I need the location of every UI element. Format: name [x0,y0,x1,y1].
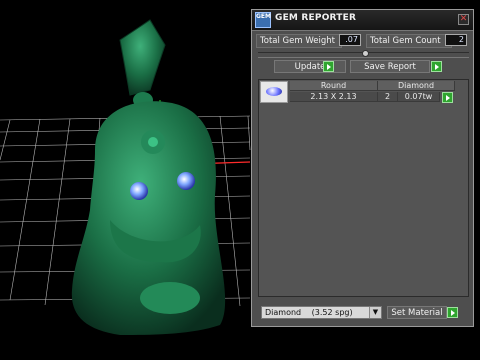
set-material-button-label: Set Material [391,308,443,318]
close-icon[interactable]: ✕ [458,14,469,25]
material-select-detail: (3.52 spg) [311,308,353,317]
total-gem-weight-value: .07 [339,34,361,46]
total-gem-count-label: Total Gem Count [366,34,452,48]
play-icon[interactable] [442,92,453,103]
material-select[interactable]: Diamond (3.52 spg) ▼ [261,306,382,319]
table-cell-weight: 0.07tw [398,92,440,102]
table-header-shape: Round [290,81,378,91]
dropdown-arrow-icon[interactable]: ▼ [369,307,381,318]
play-icon[interactable] [447,307,458,318]
table-header-material: Diamond [378,81,455,91]
slider-knob[interactable] [362,50,369,57]
table-cell-count: 2 [378,92,398,102]
table-cell-size: 2.13 X 2.13 [290,92,378,102]
play-icon[interactable] [323,61,334,72]
save-report-button[interactable]: Save Report [350,60,430,73]
update-button[interactable]: Update [274,60,346,73]
gem-report-table: Round Diamond 2.13 X 2.13 2 0.07tw [258,79,469,297]
panel-titlebar[interactable]: GEM GEM REPORTER ✕ [252,10,473,31]
save-report-button-label: Save Report [364,62,416,72]
gem-thumbnail-icon[interactable] [260,81,288,103]
panel-title: GEM REPORTER [275,13,357,23]
panel-splitter-slider[interactable] [258,50,469,58]
total-gem-count-value: 2 [445,34,467,46]
material-select-value: Diamond [265,308,302,317]
gem-logo-icon: GEM [255,12,271,28]
update-button-label: Update [294,62,326,72]
gem-reporter-panel: GEM GEM REPORTER ✕ Total Gem Weight .07 … [251,9,474,327]
total-gem-weight-label: Total Gem Weight [256,34,342,48]
play-icon[interactable] [431,61,442,72]
set-material-button[interactable]: Set Material [387,306,447,319]
